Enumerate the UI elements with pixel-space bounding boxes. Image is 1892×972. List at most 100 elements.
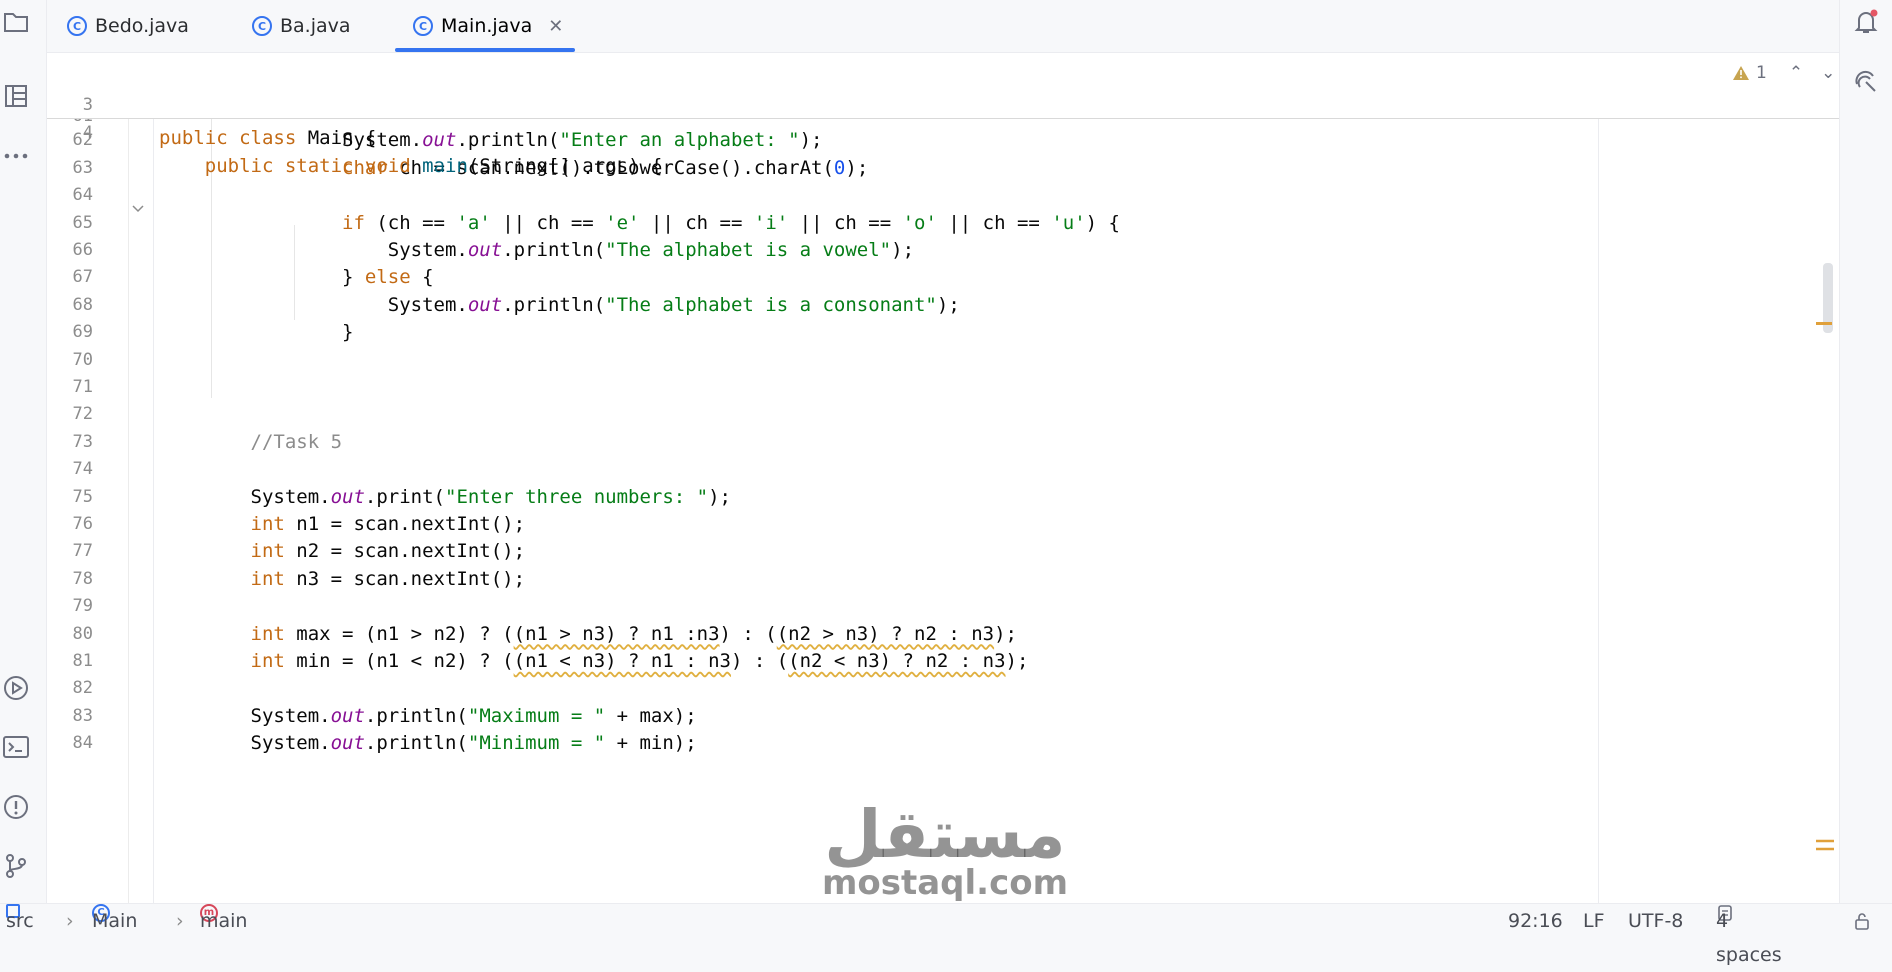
code-token: (ch == (376, 211, 457, 234)
code-token: ); (708, 485, 731, 508)
code-token: ) { (1085, 211, 1120, 234)
warning-stripe-marker[interactable] (1816, 322, 1832, 325)
breadcrumb-method-label: main (200, 910, 248, 932)
code-token: n2 = scan.nextInt(); (296, 540, 526, 563)
code-token: int (250, 650, 297, 672)
code-token: ); (845, 156, 869, 179)
git-branch-icon[interactable] (0, 850, 32, 882)
structure-icon[interactable] (0, 80, 32, 112)
code-token: max = (n1 > n2) ? ( (296, 622, 514, 645)
warning-icon (1733, 66, 1749, 80)
java-class-icon: C (67, 16, 87, 36)
code-token: } (159, 321, 354, 344)
code-token: System. (159, 293, 468, 316)
code-token: { (422, 266, 434, 289)
code-token: 'e' (605, 211, 640, 234)
breadcrumb-separator-icon: › (176, 910, 184, 932)
notifications-icon[interactable] (1850, 6, 1882, 38)
code-token: n3 = scan.nextInt(); (296, 567, 526, 590)
breadcrumb-class-label: Main (92, 910, 138, 932)
code-token: 'a' (456, 211, 491, 234)
breadcrumb-src-label: src (6, 910, 34, 932)
warning-stripe-icon[interactable] (1815, 838, 1835, 852)
code-line[interactable]: 84 System.out.println("Minimum = " + min… (47, 727, 1647, 760)
line-separator[interactable]: LF (1583, 904, 1605, 938)
indent-label: 4 spaces (1716, 910, 1782, 966)
code-token: int (250, 513, 297, 535)
code-token: "Minimum = " (467, 732, 606, 755)
code-token: ); (1005, 650, 1029, 672)
code-token: ); (799, 129, 823, 152)
sticky-scroll-header: 3 public class Main { 4 public static vo… (47, 53, 1839, 177)
code-token-warning: (n2 > n3) ? n2 : n3 (776, 622, 995, 645)
line-number: 84 (72, 733, 93, 754)
code-token: int (250, 540, 297, 563)
chevron-down-icon[interactable]: ⌄ (1821, 63, 1835, 83)
code-token: "The alphabet is a consonant" (605, 293, 937, 316)
code-token: "Enter an alphabet: " (559, 129, 800, 152)
close-icon[interactable]: ✕ (548, 16, 563, 37)
code-token: 'u' (1051, 211, 1086, 234)
warning-count: 1 (1756, 63, 1767, 83)
chevron-up-icon[interactable]: ⌃ (1789, 63, 1803, 83)
code-token: min = (n1 < n2) ? ( (296, 650, 514, 672)
code-token: .println( (364, 732, 468, 755)
code-token: ) : ( (730, 650, 789, 672)
code-token: out (422, 129, 457, 152)
code-token: || ch == (490, 211, 606, 234)
code-token: || ch == (788, 211, 903, 234)
code-token: (String[] args) { (467, 155, 663, 177)
inspection-widget[interactable]: 1 ⌃ ⌄ (1732, 63, 1835, 83)
code-token: out (330, 704, 365, 727)
code-token: Main { (307, 127, 377, 149)
code-token: out (467, 239, 503, 261)
more-tools-icon[interactable] (0, 140, 32, 172)
tab-bedo-java[interactable]: C Bedo.java (67, 0, 189, 52)
code-token: 'i' (753, 211, 789, 234)
code-token: } (159, 266, 365, 289)
code-token: int (250, 622, 297, 645)
code-token-warning: (n2 < n3) ? n2 : n3 (788, 650, 1006, 672)
code-text: public static void main(String[] args) { (159, 150, 663, 183)
ai-assistant-icon[interactable] (1850, 66, 1882, 98)
fold-chevron-icon[interactable] (131, 204, 145, 214)
code-token: ); (936, 293, 960, 316)
code-token: ); (994, 622, 1017, 645)
tab-ba-java[interactable]: C Ba.java (252, 0, 351, 52)
run-icon[interactable] (0, 672, 32, 704)
code-token: if (342, 211, 377, 234)
terminal-icon[interactable] (0, 731, 32, 763)
file-encoding[interactable]: UTF-8 (1628, 904, 1683, 938)
code-token: + min); (605, 732, 697, 755)
active-tab-indicator (395, 48, 576, 52)
code-token-warning: (n1 > n3) ? n1 :n3 (513, 622, 720, 645)
code-token: //Task 5 (250, 430, 343, 453)
tab-main-java[interactable]: C Main.java ✕ (395, 0, 576, 52)
lock-icon[interactable] (1852, 904, 1872, 942)
line-number: 4 (82, 123, 93, 143)
code-token: static (284, 155, 365, 177)
project-folder-icon[interactable] (0, 6, 32, 38)
code-token: n1 = scan.nextInt(); (296, 513, 526, 535)
tab-label: Ba.java (280, 15, 351, 37)
code-token: public (204, 155, 285, 177)
code-editor[interactable]: 3 public class Main { 4 public static vo… (47, 53, 1839, 903)
code-token: System. (159, 239, 468, 261)
code-token: || ch == (936, 211, 1052, 234)
sticky-line[interactable]: 4 public static void main(String[] args)… (47, 84, 1647, 177)
code-token: out (467, 293, 503, 316)
indent-setting[interactable]: 4 spaces (1716, 904, 1782, 966)
code-token: + max); (605, 704, 697, 727)
code-token: .println( (456, 129, 560, 152)
caret-position[interactable]: 92:16 (1508, 904, 1563, 938)
code-token: .println( (502, 293, 606, 316)
status-bar: src › C Main › m main 92:16 LF UTF-8 4 s… (0, 903, 1892, 966)
code-token: out (330, 732, 365, 755)
problems-icon[interactable] (0, 791, 32, 823)
code-token: .println( (502, 239, 606, 261)
